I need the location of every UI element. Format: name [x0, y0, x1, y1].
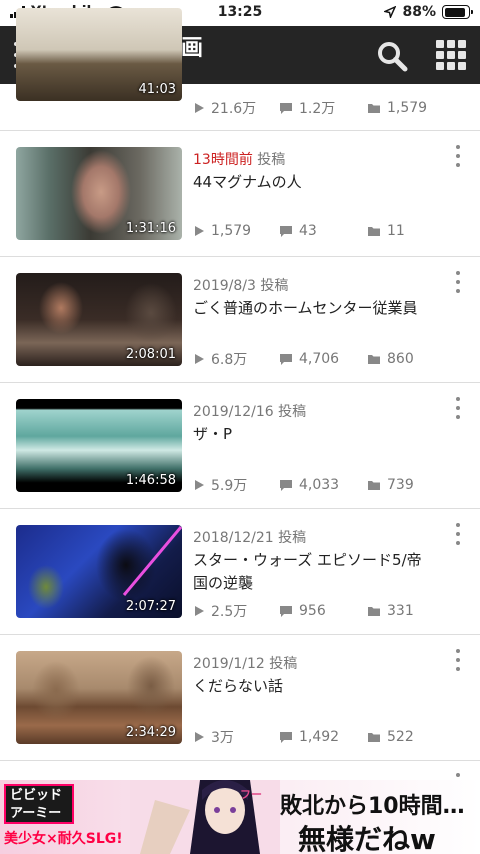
- mylist-count: 860: [367, 349, 414, 369]
- mylist-count: 1,579: [367, 98, 427, 118]
- comment-icon: [280, 479, 292, 491]
- video-title[interactable]: くだらない話: [193, 675, 433, 698]
- comment-icon: [280, 102, 292, 114]
- post-date: 2019/12/16 投稿: [193, 404, 307, 420]
- post-date: 2019/1/12 投稿: [193, 656, 298, 672]
- view-count: 2.5万: [193, 601, 279, 621]
- video-duration: 41:03: [138, 82, 176, 97]
- comment-icon: [280, 731, 292, 743]
- video-item[interactable]: 2:07:27 2018/12/21 投稿 スター・ウォーズ エピソード5/帝国…: [0, 509, 480, 635]
- ad-headline-2: 無様だねw: [298, 823, 436, 854]
- folder-icon: [368, 481, 380, 490]
- more-options-icon[interactable]: [454, 523, 462, 545]
- comment-count: 1,492: [279, 727, 367, 747]
- play-icon: [195, 732, 204, 742]
- comment-icon: [280, 353, 292, 365]
- video-title[interactable]: 44マグナムの人: [193, 171, 433, 194]
- mylist-count: 522: [367, 727, 414, 747]
- video-title[interactable]: ザ・P: [193, 423, 433, 446]
- comment-count: 4,706: [279, 349, 367, 369]
- video-item[interactable]: 2:08:01 2019/8/3 投稿 ごく普通のホームセンター従業員 6.8万…: [0, 257, 480, 383]
- view-count: 3万: [193, 727, 279, 747]
- video-thumbnail[interactable]: 2:07:27: [16, 525, 182, 618]
- comment-icon: [280, 225, 292, 237]
- mylist-count: 11: [367, 223, 405, 239]
- video-thumbnail[interactable]: 1:46:58: [16, 399, 182, 492]
- more-options-icon[interactable]: [454, 649, 462, 671]
- ad-logo: ビビッド アーミー: [4, 784, 74, 824]
- view-count: 21.6万: [193, 98, 279, 118]
- post-date: 13時間前 投稿: [193, 152, 286, 168]
- video-duration: 1:31:16: [125, 221, 176, 236]
- svg-text:フー: フー: [240, 788, 262, 801]
- comment-count: 43: [279, 223, 367, 239]
- video-item[interactable]: 1:46:58 2019/12/16 投稿 ザ・P 5.9万 4,033 739: [0, 383, 480, 509]
- video-stats: 6.8万 4,706 860: [193, 349, 414, 369]
- comment-count: 956: [279, 601, 367, 621]
- video-item[interactable]: 1:31:16 13時間前 投稿 44マグナムの人 1,579 43 11: [0, 131, 480, 257]
- ad-subtext: 美少女×耐久SLG!: [4, 831, 123, 847]
- folder-icon: [368, 355, 380, 364]
- folder-icon: [368, 733, 380, 742]
- video-thumbnail[interactable]: 2:34:29: [16, 651, 182, 744]
- video-item[interactable]: 2:34:29 2019/1/12 投稿 くだらない話 3万 1,492 522: [0, 635, 480, 761]
- comment-count: 1.2万: [279, 98, 367, 118]
- more-options-icon[interactable]: [454, 145, 462, 167]
- video-stats: 3万 1,492 522: [193, 727, 414, 747]
- comment-count: 4,033: [279, 475, 367, 495]
- video-stats: 5.9万 4,033 739: [193, 475, 414, 495]
- folder-icon: [368, 607, 380, 616]
- comment-icon: [280, 605, 292, 617]
- play-icon: [195, 354, 204, 364]
- video-item[interactable]: 41:03 21.6万 1.2万 1,579: [0, 0, 480, 131]
- more-options-icon[interactable]: [454, 271, 462, 293]
- view-count: 6.8万: [193, 349, 279, 369]
- more-options-icon[interactable]: [454, 397, 462, 419]
- mylist-count: 739: [367, 475, 414, 495]
- play-icon: [195, 103, 204, 113]
- video-duration: 2:07:27: [125, 599, 176, 614]
- video-duration: 2:34:29: [125, 725, 176, 740]
- view-count: 5.9万: [193, 475, 279, 495]
- folder-icon: [368, 104, 380, 113]
- play-icon: [195, 226, 204, 236]
- video-stats: 2.5万 956 331: [193, 601, 414, 621]
- ad-banner[interactable]: ビビッド アーミー 美少女×耐久SLG! フー 敗北から10時間… 無様だねw: [0, 780, 480, 854]
- post-date: 2018/12/21 投稿: [193, 530, 307, 546]
- ad-headline-1: 敗北から10時間…: [280, 794, 465, 819]
- video-stats: 1,579 43 11: [193, 223, 405, 239]
- video-title[interactable]: ごく普通のホームセンター従業員: [193, 297, 433, 320]
- video-duration: 1:46:58: [125, 473, 176, 488]
- view-count: 1,579: [193, 223, 279, 239]
- folder-icon: [368, 227, 380, 236]
- video-title[interactable]: スター・ウォーズ エピソード5/帝国の逆襲: [193, 549, 433, 595]
- video-thumbnail[interactable]: 2:08:01: [16, 273, 182, 366]
- ad-character-illustration: フー: [130, 780, 280, 854]
- video-thumbnail[interactable]: 1:31:16: [16, 147, 182, 240]
- play-icon: [195, 480, 204, 490]
- mylist-count: 331: [367, 601, 414, 621]
- video-stats: 21.6万 1.2万 1,579: [193, 98, 427, 118]
- post-date: 2019/8/3 投稿: [193, 278, 289, 294]
- video-duration: 2:08:01: [125, 347, 176, 362]
- play-icon: [195, 606, 204, 616]
- video-thumbnail[interactable]: 41:03: [16, 8, 182, 101]
